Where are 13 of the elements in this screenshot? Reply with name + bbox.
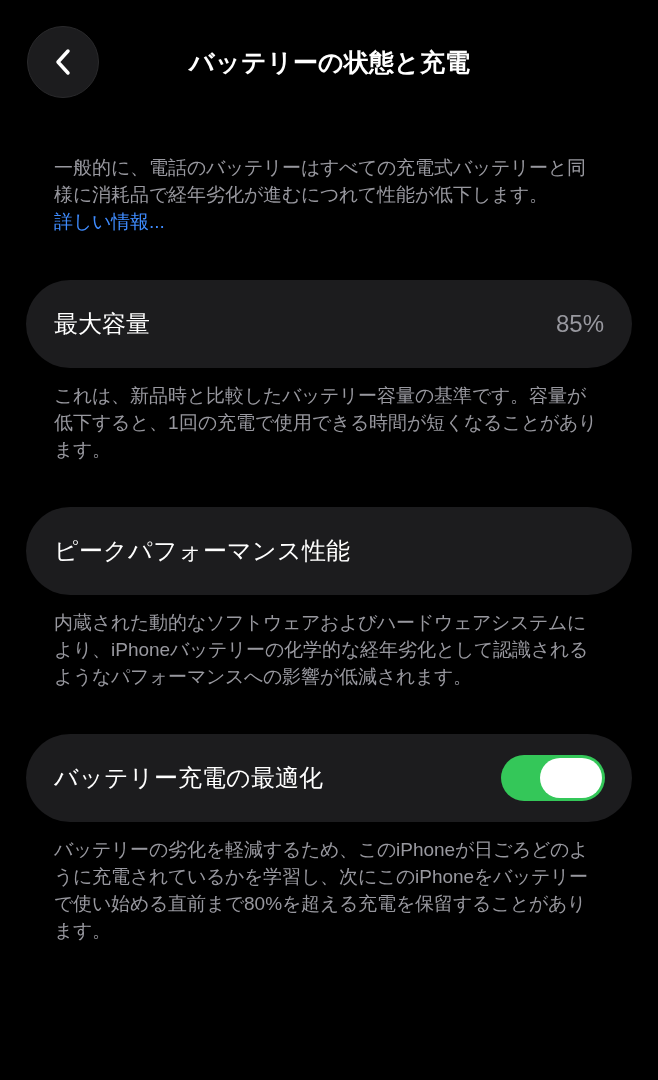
- footnote-text: これは、新品時と比較したバッテリー容量の基準です。容量が低下すると、1回の充電で使用できる時間が短くなることがあります。: [54, 384, 598, 462]
- row-value: 85%: [555, 310, 604, 338]
- intro-text: 一般的に、電話のバッテリーはすべての充電式バッテリーと同様に消耗品で経年劣化が進むにつれて性能が低下します。: [54, 156, 587, 207]
- row-label: 最大容量: [54, 309, 151, 339]
- row-label: バッテリー充電の最適化: [54, 763, 324, 793]
- toggle-switch[interactable]: [501, 755, 605, 801]
- page-title: バッテリーの状態と充電: [187, 46, 471, 78]
- settings-row[interactable]: ピークパフォーマンス性能: [26, 507, 632, 595]
- row-label: ピークパフォーマンス性能: [54, 536, 351, 566]
- footnote-text: バッテリーの劣化を軽減するため、このiPhoneが日ごろどのように充電されているかを学習し、次にこのiPhoneをバッテリーで使い始める直前まで80%を超える充電を保留することがあります。: [54, 838, 590, 943]
- learn-more-link[interactable]: 詳しい情報...: [54, 211, 165, 232]
- chevron-left-icon: [55, 48, 71, 76]
- footnote-text: 内蔵された動的なソフトウェアおよびハードウェアシステムにより、iPhoneバッテリーの化学的な経年劣化として認識されるようなパフォーマンスへの影響が低減されます。: [54, 611, 590, 689]
